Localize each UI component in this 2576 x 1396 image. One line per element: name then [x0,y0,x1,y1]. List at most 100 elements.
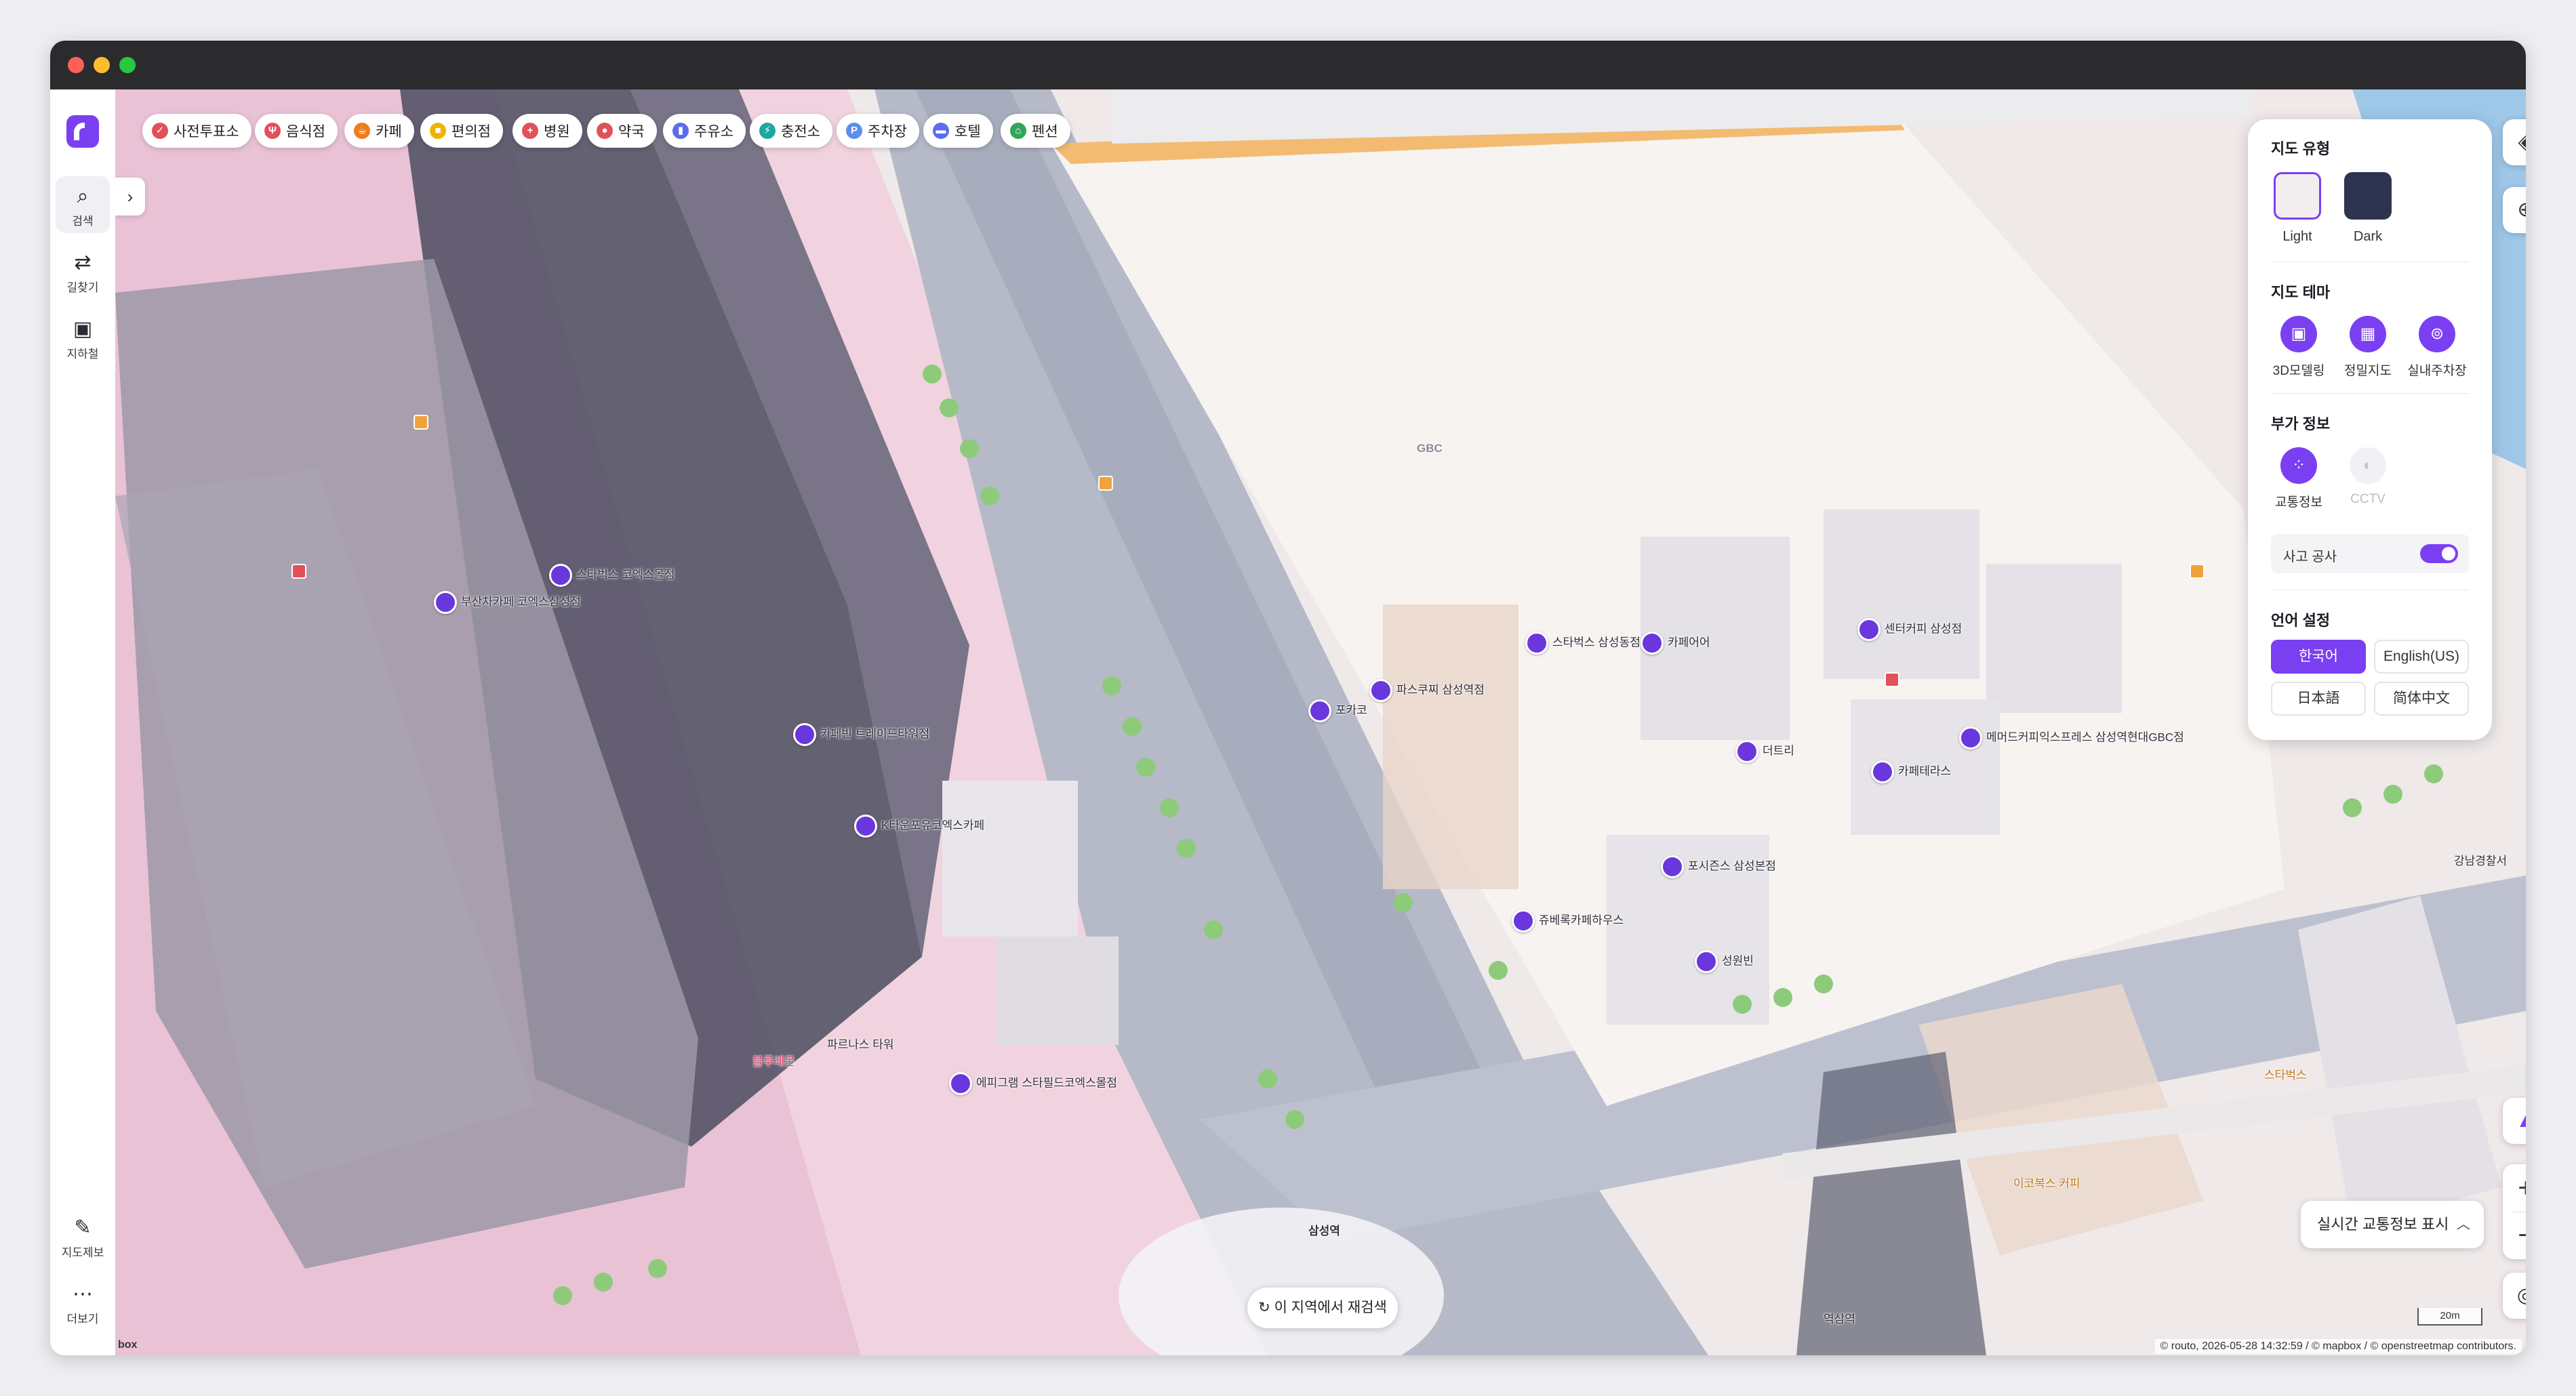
accident-construction-toggle-row[interactable]: 사고 공사 [2271,534,2469,573]
precision-map-icon[interactable]: ▦ [2350,316,2386,352]
plus-icon: + [2518,1173,2526,1203]
edit-icon: ✎ [74,1216,92,1239]
category-chip-parking[interactable]: P 주차장 [837,114,919,148]
category-chip-charger[interactable]: ⚡ 충전소 [750,114,832,148]
map-poi[interactable]: 메머드커피익스프레스 삼성역현대GBC점 [1959,726,2184,750]
compass-icon: ▲ [2516,1109,2526,1132]
category-chip-cafe[interactable]: ☕ 카페 [344,114,414,148]
category-chip-restaurant[interactable]: Ψ 음식점 [255,114,338,148]
map-poi[interactable]: 센터커피 삼성점 [1857,618,1962,641]
map-poi[interactable]: 카페빈 트레이드타워점 [793,723,929,746]
category-chip-pension[interactable]: ⌂ 펜션 [1001,114,1070,148]
cctv-icon[interactable]: ◐ [2350,447,2386,484]
parking-icon: P [846,123,862,139]
map-poi[interactable]: 에피그램 스타필드코엑스몰점 [949,1072,1117,1095]
map-type-light-thumb[interactable] [2274,172,2321,220]
lang-japanese-button[interactable]: 日本語 [2271,682,2366,716]
traffic-icon[interactable]: ⁘ [2280,447,2317,484]
store-icon: ■ [430,123,446,139]
map-poi[interactable]: 파스쿠찌 삼성역점 [1369,679,1485,702]
realtime-traffic-button[interactable]: 실시간 교통정보 표시 ︿ [2301,1201,2484,1248]
close-window-button[interactable] [68,57,84,73]
map-poi[interactable]: 강남경찰서 [2454,851,2507,868]
pension-icon: ⌂ [1010,123,1026,139]
category-chip-vote[interactable]: ✓ 사전투표소 [142,114,251,148]
zoom-out-button[interactable]: − [2503,1212,2526,1259]
map-canvas[interactable]: ✓ 사전투표소 Ψ 음식점 ☕ 카페 ■ 편의점 + 병원 ● 약국 ▮ 주유소 ⚡ 충전소 P… [115,89,2526,1355]
theme-label: 3D모델링 [2272,364,2325,378]
map-scale: 20m [2417,1308,2482,1326]
map-theme-title: 지도 테마 [2271,284,2331,301]
lang-english-button[interactable]: English(US) [2374,640,2469,674]
zoom-control: + − [2503,1164,2526,1259]
vote-icon: ✓ [152,123,168,139]
map-poi[interactable]: 스타벅스 코엑스몰점 [549,564,675,587]
sidebar-item-subway[interactable]: ▣ 지하철 [56,309,110,366]
lang-chinese-button[interactable]: 简体中文 [2374,682,2469,716]
map-type-label: Dark [2353,229,2383,244]
chip-label: 카페 [376,124,402,140]
more-icon: ⋯ [73,1283,93,1305]
panel-expand-button[interactable]: › [115,178,145,215]
zoom-in-button[interactable]: + [2503,1164,2526,1212]
accident-construction-switch[interactable] [2420,544,2458,563]
locate-me-button[interactable]: ◎ [2503,1273,2526,1319]
maximize-window-button[interactable] [119,57,136,73]
minus-icon: − [2518,1220,2526,1250]
compass-button[interactable]: ▲ [2503,1098,2526,1144]
category-chip-gas[interactable]: ▮ 주유소 [663,114,746,148]
app-logo[interactable] [66,115,99,148]
traffic-button-label: 실시간 교통정보 표시 [2317,1216,2449,1233]
map-poi[interactable]: 파르나스 타워 [827,1035,894,1052]
map-poi[interactable]: 포시즌스 삼성본점 [1661,855,1776,878]
layers-button[interactable]: ◈ [2503,119,2526,165]
category-chip-convenience[interactable]: ■ 편의점 [420,114,503,148]
category-chip-pharmacy[interactable]: ● 약국 [587,114,657,148]
sidebar-item-search[interactable]: ⌕ 검색 [56,176,110,233]
gas-station-icon: ▮ [672,123,689,139]
subway-station-label[interactable]: 삼성역 [1308,1221,1340,1238]
zoom-area-icon: ⊕ [2517,199,2526,221]
map-poi[interactable]: 스타벅스 [2264,1065,2307,1082]
map-marker[interactable] [1885,672,1899,687]
map-poi[interactable]: 역삼역 [1824,1309,1855,1326]
map-poi[interactable]: GBC [1417,442,1443,455]
lang-korean-button[interactable]: 한국어 [2271,640,2366,674]
sidebar-item-label: 길찾기 [66,281,99,294]
chip-label: 주차장 [868,124,907,140]
map-poi[interactable]: 카페테라스 [1871,760,1951,783]
toggle-label: 사고 공사 [2283,550,2337,564]
restaurant-icon: Ψ [264,123,281,139]
area-search-button[interactable]: ⊕ [2503,187,2526,233]
map-poi[interactable]: 이코복스 커피 [2013,1174,2080,1191]
map-poi[interactable]: 부산차카페 코엑스삼성점 [434,591,581,614]
map-marker[interactable] [2190,564,2205,579]
sidebar-item-route[interactable]: ⇄ 길찾기 [56,243,110,300]
sidebar-item-more[interactable]: ⋯ 더보기 [56,1274,110,1331]
warning-icon[interactable] [1098,476,1113,491]
map-poi[interactable]: K타운포유코엑스카페 [854,815,984,838]
map-poi[interactable]: 스타벅스 삼성동점 [1525,632,1641,655]
map-poi[interactable]: 쥬베록카페하우스 [1512,909,1624,932]
hotel-icon: ▬ [933,123,949,139]
sidebar-item-report[interactable]: ✎ 지도제보 [56,1208,110,1265]
map-poi[interactable]: 더트리 [1735,740,1794,763]
indoor-parking-icon[interactable]: ⊚ [2419,316,2455,352]
map-poi[interactable]: 포카코 [1308,699,1367,722]
map-type-dark-thumb[interactable] [2344,172,2392,220]
chip-label: 편의점 [451,124,491,140]
sidebar-item-label: 검색 [72,215,94,228]
category-chip-hospital[interactable]: + 병원 [512,114,582,148]
research-area-button[interactable]: ↻ 이 지역에서 재검색 [1247,1288,1398,1328]
map-poi[interactable]: 카페어어 [1641,632,1710,655]
3d-modeling-icon[interactable]: ▣ [2280,316,2317,352]
map-poi[interactable]: 블루레몬 [752,1052,795,1069]
map-marker[interactable] [414,415,428,430]
map-poi[interactable]: 성원빈 [1695,950,1754,973]
minimize-window-button[interactable] [94,57,110,73]
charger-icon: ⚡ [759,123,776,139]
chip-label: 사전투표소 [174,124,239,140]
category-chip-hotel[interactable]: ▬ 호텔 [923,114,993,148]
hospital-icon: + [522,123,538,139]
map-marker[interactable] [291,564,306,579]
